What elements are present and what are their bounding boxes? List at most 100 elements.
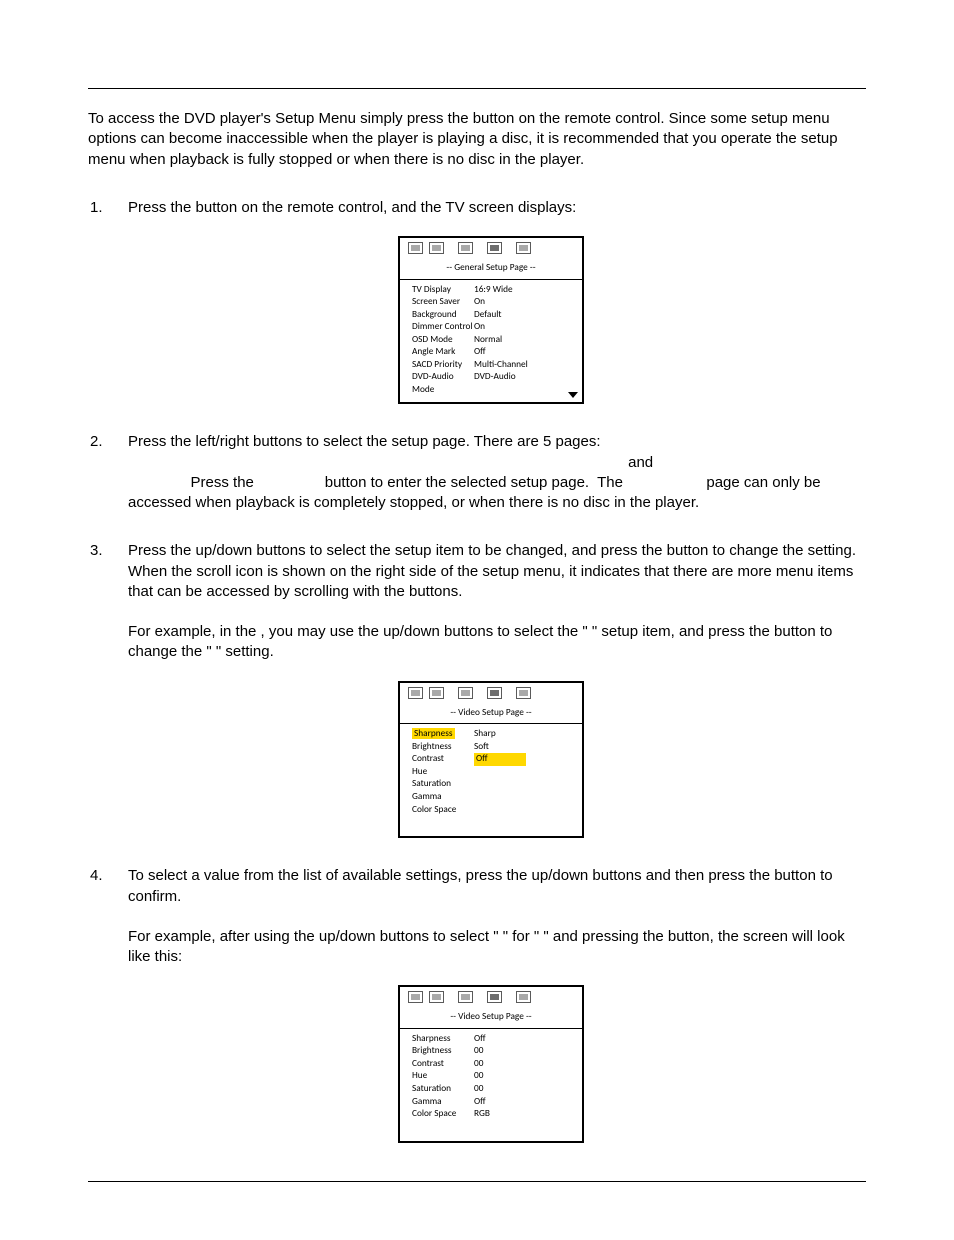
osd-tab-icon [429, 242, 444, 254]
osd-val: 00 [474, 1083, 570, 1096]
osd-row: SharpnessOff [412, 1033, 570, 1046]
osd-row: SACD PriorityMulti-Channel [412, 359, 570, 372]
osd-val: Off [474, 753, 570, 766]
highlighted-key: Sharpness [412, 728, 455, 739]
osd-tab-icon [458, 687, 473, 699]
step-item: 4. To select a value from the list of av… [116, 866, 866, 1143]
osd-title: -- General Setup Page -- [400, 258, 582, 280]
osd-screenshot-general: -- General Setup Page -- TV Display16:9 … [398, 236, 584, 404]
osd-row: OSD ModeNormal [412, 334, 570, 347]
osd-row: Hue00 [412, 1070, 570, 1083]
osd-key: Dimmer Control [412, 321, 474, 334]
step-body: To select a value from the list of avail… [128, 866, 866, 907]
step-body: Press the left/right buttons to select t… [128, 432, 866, 513]
osd-tab-icon [458, 242, 473, 254]
highlighted-val: Off [474, 753, 526, 766]
osd-key: Brightness [412, 741, 474, 754]
steps-list: 1. Press the button on the remote contro… [88, 198, 866, 1143]
osd-row: Color Space [412, 804, 570, 817]
osd-key: Sharpness [412, 728, 474, 741]
step-item: 1. Press the button on the remote contro… [116, 198, 866, 405]
osd-tab-icon [487, 687, 502, 699]
osd-val: Soft [474, 741, 570, 754]
osd-row: Screen SaverOn [412, 296, 570, 309]
osd-key: Saturation [412, 778, 474, 791]
osd-body: SharpnessOff Brightness00 Contrast00 Hue… [400, 1029, 582, 1141]
osd-val: Normal [474, 334, 570, 347]
osd-val: Multi-Channel [474, 359, 570, 372]
osd-val [474, 766, 570, 779]
osd-tab-icon [408, 687, 423, 699]
osd-val: On [474, 296, 570, 309]
osd-icon-row [400, 987, 582, 1007]
step-body: Press the up/down buttons to select the … [128, 541, 866, 602]
osd-val: Sharp [474, 728, 570, 741]
osd-key: Contrast [412, 753, 474, 766]
osd-val [474, 778, 570, 791]
osd-row: ContrastOff [412, 753, 570, 766]
osd-row: BrightnessSoft [412, 741, 570, 754]
step-item: 3. Press the up/down buttons to select t… [116, 541, 866, 838]
osd-tab-icon [408, 991, 423, 1003]
osd-key: Hue [412, 766, 474, 779]
step-number: 4. [90, 866, 103, 886]
osd-title: -- Video Setup Page -- [400, 703, 582, 725]
osd-key: Screen Saver [412, 296, 474, 309]
osd-row: Angle MarkOff [412, 346, 570, 359]
osd-tab-icon [487, 991, 502, 1003]
osd-screenshot-video-result: -- Video Setup Page -- SharpnessOff Brig… [398, 985, 584, 1143]
bottom-rule [88, 1181, 866, 1182]
osd-row: Brightness00 [412, 1045, 570, 1058]
osd-icon-row [400, 238, 582, 258]
osd-row: Gamma [412, 791, 570, 804]
osd-key: Color Space [412, 804, 474, 817]
osd-val: Off [474, 1033, 570, 1046]
osd-row: Color SpaceRGB [412, 1108, 570, 1121]
osd-title: -- Video Setup Page -- [400, 1007, 582, 1029]
osd-val: Off [474, 1096, 570, 1109]
osd-row: Dimmer ControlOn [412, 321, 570, 334]
osd-row: BackgroundDefault [412, 309, 570, 322]
intro-paragraph: To access the DVD player's Setup Menu si… [88, 109, 866, 170]
osd-key: SACD Priority [412, 359, 474, 372]
osd-tab-icon [408, 242, 423, 254]
osd-icon-row [400, 683, 582, 703]
osd-val: DVD-Audio [474, 371, 570, 396]
osd-key: Contrast [412, 1058, 474, 1071]
step-number: 1. [90, 198, 103, 218]
osd-tab-icon [516, 687, 531, 699]
osd-val: 00 [474, 1045, 570, 1058]
osd-body: TV Display16:9 Wide Screen SaverOn Backg… [400, 280, 582, 403]
osd-row: DVD-Audio ModeDVD-Audio [412, 371, 570, 396]
osd-tab-icon [487, 242, 502, 254]
top-rule [88, 88, 866, 89]
step-body: For example, after using the up/down but… [128, 927, 866, 968]
step-line: Press the left/right buttons to select t… [128, 433, 601, 450]
osd-val [474, 804, 570, 817]
osd-tab-icon [516, 242, 531, 254]
step-number: 3. [90, 541, 103, 561]
step-line: Press the button to enter the selected s… [128, 474, 825, 511]
osd-key: Brightness [412, 1045, 474, 1058]
osd-tab-icon [429, 991, 444, 1003]
step-line: and [128, 454, 653, 471]
osd-row: Saturation [412, 778, 570, 791]
osd-key: Angle Mark [412, 346, 474, 359]
osd-row: GammaOff [412, 1096, 570, 1109]
osd-row: TV Display16:9 Wide [412, 284, 570, 297]
osd-val: RGB [474, 1108, 570, 1121]
osd-row: Saturation00 [412, 1083, 570, 1096]
step-number: 2. [90, 432, 103, 452]
step-item: 2. Press the left/right buttons to selec… [116, 432, 866, 513]
osd-val: Off [474, 346, 570, 359]
osd-val: 16:9 Wide [474, 284, 570, 297]
osd-key: Gamma [412, 791, 474, 804]
osd-key: Hue [412, 1070, 474, 1083]
osd-val [474, 791, 570, 804]
osd-val: On [474, 321, 570, 334]
osd-screenshot-video-option: -- Video Setup Page -- Sharpness Sharp Br… [398, 681, 584, 839]
osd-key: Gamma [412, 1096, 474, 1109]
step-body: For example, in the , you may use the up… [128, 622, 866, 663]
osd-key: Background [412, 309, 474, 322]
osd-key: Sharpness [412, 1033, 474, 1046]
